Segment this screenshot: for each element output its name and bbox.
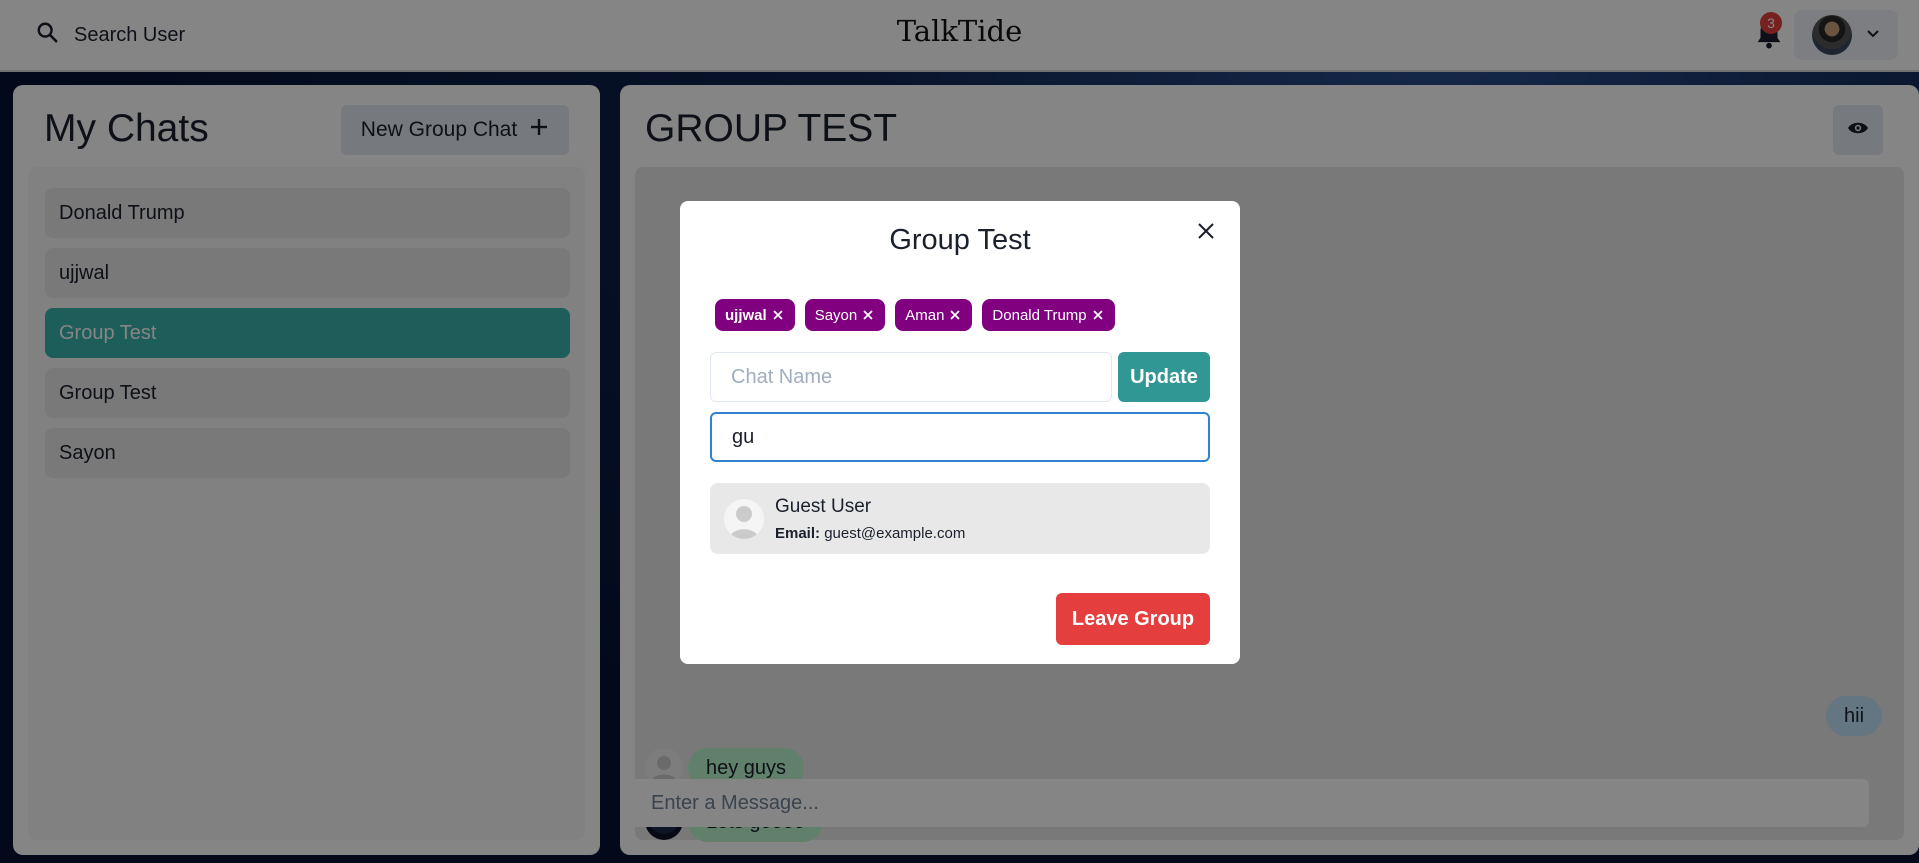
close-modal-button[interactable] [1190,217,1222,249]
member-tag[interactable]: Aman [895,299,973,331]
close-icon[interactable] [948,308,962,322]
result-user-name: Guest User [775,496,872,517]
member-tag-label: Donald Trump [992,306,1087,324]
group-settings-modal: Group Test ujjwal Sayon Aman Donald Trum… [680,201,1240,664]
result-user-email: Email: guest@example.com [775,525,965,542]
modal-title: Group Test [889,224,1031,256]
member-tag[interactable]: Donald Trump [982,299,1115,331]
chat-name-input[interactable] [710,352,1112,402]
member-tag-label: Sayon [814,306,858,324]
close-icon[interactable] [771,308,785,322]
member-tag[interactable]: Sayon [804,299,886,331]
close-icon[interactable] [861,308,875,322]
member-tag-label: Aman [905,306,945,324]
leave-group-button[interactable]: Leave Group [1056,593,1210,645]
member-tags: ujjwal Sayon Aman Donald Trump [715,299,1115,331]
email-label: Email: [775,525,821,542]
add-user-search-input[interactable] [710,412,1210,462]
user-search-result[interactable]: Guest User Email: guest@example.com [710,483,1210,554]
email-value: guest@example.com [824,525,966,542]
avatar [724,499,764,539]
close-icon[interactable] [1091,308,1105,322]
member-tag[interactable]: ujjwal [715,299,795,331]
close-icon [1197,222,1215,245]
update-button[interactable]: Update [1118,352,1210,402]
member-tag-label: ujjwal [725,306,767,324]
